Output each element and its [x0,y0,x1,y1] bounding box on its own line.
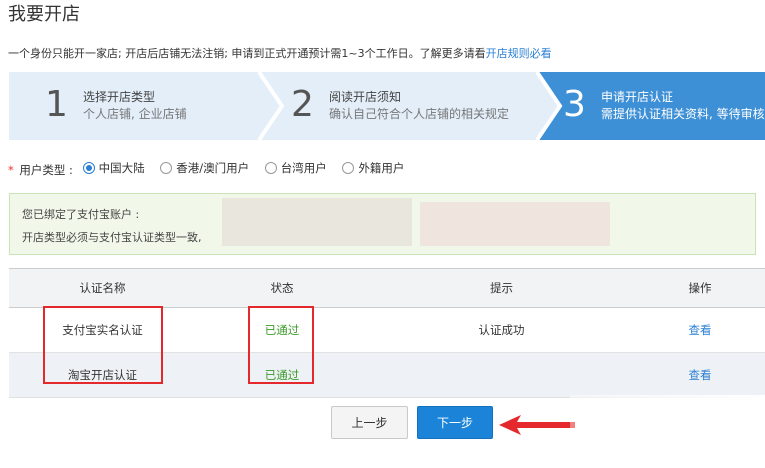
radio-icon[interactable] [160,162,173,174]
redaction-fade [570,395,765,468]
step-2: 2 阅读开店须知 确认自己符合个人店铺的相关规定 [279,72,539,140]
notice-text: 一个身份只能开一家店; 开店后店铺无法注销; 申请到正式开通预计需1~3个工作日… [8,45,552,61]
next-step-button[interactable]: 下一步 [417,406,493,439]
step-2-number: 2 [291,84,314,125]
radio-icon[interactable] [264,162,277,174]
step-3-desc: 需提供认证相关资料, 等待审核 [601,107,765,121]
step-3: 3 申请开店认证 需提供认证相关资料, 等待审核 [554,72,765,140]
step-1-desc: 个人店铺, 企业店铺 [83,107,187,121]
view-link[interactable]: 查看 [689,368,712,382]
view-link[interactable]: 查看 [689,323,712,337]
highlight-box-status [248,306,314,384]
col-header-status: 状态 [196,268,368,308]
page-title: 我要开店 [8,4,80,25]
required-asterisk: * [8,163,14,177]
radio-selected-icon[interactable] [82,162,95,174]
step-2-desc: 确认自己符合个人店铺的相关规定 [329,107,510,121]
radio-icon[interactable] [342,162,355,174]
user-type-label: 用户类型 : [19,163,73,177]
radio-mainland-label: 中国大陆 [98,161,145,175]
step-1: 1 选择开店类型 个人店铺, 企业店铺 [9,72,259,140]
notice-body: 一个身份只能开一家店; 开店后店铺无法注销; 申请到正式开通预计需1~3个工作日… [8,47,486,60]
highlight-box-names [43,306,163,384]
step-2-title: 阅读开店须知 [329,90,402,104]
radio-mainland[interactable]: 中国大陆 [82,160,145,176]
radio-foreign-label: 外籍用户 [358,161,405,175]
rules-link[interactable]: 开店规则必看 [486,47,552,60]
col-header-hint: 提示 [368,268,635,308]
step-progress: 1 选择开店类型 个人店铺, 企业店铺 2 阅读开店须知 确认自己符合个人店铺的… [9,72,765,140]
radio-taiwan-label: 台湾用户 [280,161,327,175]
user-type-row: * 用户类型 : 中国大陆 香港/澳门用户 台湾用户 外籍用户 [8,160,416,178]
prev-step-button[interactable]: 上一步 [331,406,408,439]
red-arrow-icon [499,415,575,435]
alipay-bound-text: 您已绑定了支付宝账户 : [22,208,140,221]
col-header-name: 认证名称 [9,268,196,308]
radio-hk-macau[interactable]: 香港/澳门用户 [160,160,249,176]
col-header-action: 操作 [635,268,765,308]
alipay-type-text: 开店类型必须与支付宝认证类型一致, [22,231,202,244]
redaction-blur [420,202,610,246]
radio-taiwan[interactable]: 台湾用户 [264,160,327,176]
cert-hint [368,352,635,398]
alipay-binding-notice: 您已绑定了支付宝账户 : 开店类型必须与支付宝认证类型一致, [9,193,756,255]
step-3-title: 申请开店认证 [601,90,674,104]
step-1-title: 选择开店类型 [83,90,156,104]
redaction-blur [222,198,412,246]
cert-hint: 认证成功 [368,307,635,353]
radio-hk-macau-label: 香港/澳门用户 [176,161,250,175]
step-1-number: 1 [45,84,68,125]
radio-foreign[interactable]: 外籍用户 [342,160,404,176]
step-3-number: 3 [563,84,586,125]
